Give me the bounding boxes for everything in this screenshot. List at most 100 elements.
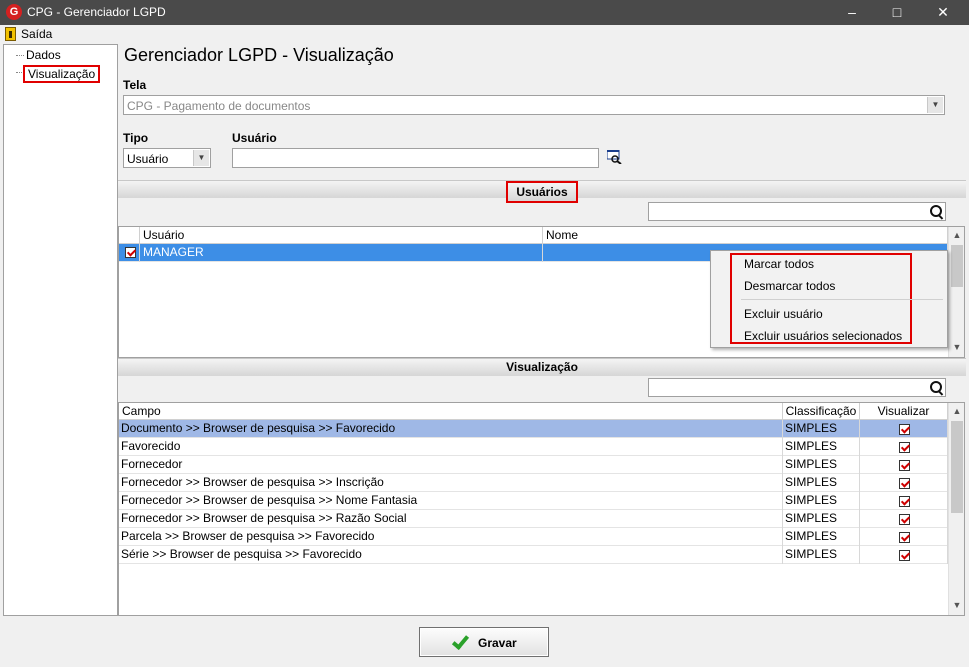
table-row[interactable]: Favorecido SIMPLES <box>119 438 948 456</box>
context-menu: Marcar todos Desmarcar todos Excluir usu… <box>710 250 948 348</box>
table-row[interactable]: Fornecedor SIMPLES <box>119 456 948 474</box>
visualizacao-search-input[interactable] <box>648 378 946 397</box>
cell-visualizar <box>860 438 948 456</box>
checkmark-icon <box>451 631 470 651</box>
window-title: CPG - Gerenciador LGPD <box>27 5 166 19</box>
visualizar-checkbox[interactable] <box>899 550 910 561</box>
cell-classificacao: SIMPLES <box>783 492 860 510</box>
tree-connector <box>16 55 24 56</box>
row-checkbox[interactable] <box>124 247 136 258</box>
cell-visualizar <box>860 510 948 528</box>
visualizar-checkbox[interactable] <box>899 424 910 435</box>
cell-classificacao: SIMPLES <box>783 456 860 474</box>
column-header-nome[interactable]: Nome <box>543 227 948 244</box>
column-header-campo[interactable]: Campo <box>119 403 783 420</box>
cell-visualizar <box>860 546 948 564</box>
cell-classificacao: SIMPLES <box>783 438 860 456</box>
search-icon[interactable] <box>930 205 944 219</box>
scroll-thumb[interactable] <box>951 245 963 287</box>
usuario-label: Usuário <box>232 131 277 145</box>
menu-item-marcar-todos[interactable]: Marcar todos <box>744 257 814 271</box>
menu-bar: Saída <box>0 25 969 44</box>
tela-select-value: CPG - Pagamento de documentos <box>127 99 311 113</box>
usuarios-grid-header: Usuário Nome <box>119 227 948 244</box>
maximize-button[interactable]: □ <box>874 0 920 25</box>
usuario-input[interactable] <box>232 148 599 168</box>
cell-classificacao: SIMPLES <box>783 510 860 528</box>
visualizar-checkbox[interactable] <box>899 514 910 525</box>
tree-item-dados[interactable]: Dados <box>26 48 61 62</box>
menu-exit[interactable]: Saída <box>21 27 52 41</box>
cell-campo: Fornecedor >> Browser de pesquisa >> Nom… <box>119 492 783 510</box>
visualizar-checkbox[interactable] <box>899 496 910 507</box>
cell-campo: Favorecido <box>119 438 783 456</box>
page-title: Gerenciador LGPD - Visualização <box>124 45 394 65</box>
menu-item-desmarcar-todos[interactable]: Desmarcar todos <box>744 279 835 293</box>
scroll-thumb[interactable] <box>951 421 963 513</box>
column-header-classificacao[interactable]: Classificação <box>783 403 860 420</box>
title-bar: G CPG - Gerenciador LGPD – □ ✕ <box>0 0 969 25</box>
cell-campo: Fornecedor >> Browser de pesquisa >> Raz… <box>119 510 783 528</box>
table-row[interactable]: Documento >> Browser de pesquisa >> Favo… <box>119 420 948 438</box>
menu-item-excluir-usuario[interactable]: Excluir usuário <box>744 307 823 321</box>
visualizacao-grid: Campo Classificação Visualizar Documento… <box>118 402 965 616</box>
chevron-down-icon[interactable]: ▼ <box>927 97 943 113</box>
table-row[interactable]: Fornecedor >> Browser de pesquisa >> Nom… <box>119 492 948 510</box>
user-search-icon[interactable] <box>606 149 623 165</box>
visualizacao-scrollbar[interactable]: ▲ ▼ <box>948 403 964 615</box>
cell-campo: Série >> Browser de pesquisa >> Favoreci… <box>119 546 783 564</box>
table-row[interactable]: Fornecedor >> Browser de pesquisa >> Ins… <box>119 474 948 492</box>
visualizar-checkbox[interactable] <box>899 460 910 471</box>
scroll-up-icon[interactable]: ▲ <box>949 227 964 244</box>
cell-classificacao: SIMPLES <box>783 474 860 492</box>
column-header-visualizar[interactable]: Visualizar <box>860 403 948 420</box>
tipo-label: Tipo <box>123 131 149 145</box>
tela-label: Tela <box>123 78 147 92</box>
header-checkbox-cell <box>119 227 140 244</box>
table-row[interactable]: Fornecedor >> Browser de pesquisa >> Raz… <box>119 510 948 528</box>
cell-classificacao: SIMPLES <box>783 546 860 564</box>
column-header-usuario[interactable]: Usuário <box>140 227 543 244</box>
navigation-tree: Dados Visualização <box>3 44 118 616</box>
save-button-label: Gravar <box>478 636 517 650</box>
cell-classificacao: SIMPLES <box>783 528 860 546</box>
cell-campo: Fornecedor <box>119 456 783 474</box>
cell-visualizar <box>860 492 948 510</box>
close-button[interactable]: ✕ <box>920 0 966 25</box>
visualizar-checkbox[interactable] <box>899 532 910 543</box>
visualizacao-grid-header: Campo Classificação Visualizar <box>119 403 948 420</box>
scroll-up-icon[interactable]: ▲ <box>949 403 964 420</box>
visualizacao-section-header: Visualização <box>118 358 966 376</box>
cell-visualizar <box>860 420 948 438</box>
cell-visualizar <box>860 456 948 474</box>
visualizar-checkbox[interactable] <box>899 478 910 489</box>
usuarios-section-title: Usuários <box>506 181 578 203</box>
cell-visualizar <box>860 528 948 546</box>
menu-item-excluir-usuarios-selecionados[interactable]: Excluir usuários selecionados <box>744 329 902 343</box>
table-row[interactable]: Parcela >> Browser de pesquisa >> Favore… <box>119 528 948 546</box>
cell-visualizar <box>860 474 948 492</box>
search-icon[interactable] <box>930 381 944 395</box>
menu-separator <box>741 299 943 300</box>
tipo-select[interactable]: Usuário ▼ <box>123 148 211 168</box>
tree-item-visualizacao[interactable]: Visualização <box>23 65 101 83</box>
usuarios-search-input[interactable] <box>648 202 946 221</box>
tipo-select-value: Usuário <box>127 152 169 166</box>
app-logo-icon: G <box>6 4 22 20</box>
usuarios-section-header: Usuários <box>118 180 966 203</box>
table-row[interactable]: Série >> Browser de pesquisa >> Favoreci… <box>119 546 948 564</box>
visualizar-checkbox[interactable] <box>899 442 910 453</box>
row-checkbox-cell <box>119 244 140 262</box>
minimize-button[interactable]: – <box>829 0 875 25</box>
exit-door-icon[interactable] <box>5 27 16 41</box>
cell-campo: Parcela >> Browser de pesquisa >> Favore… <box>119 528 783 546</box>
save-button[interactable]: Gravar <box>419 627 549 657</box>
cell-campo: Fornecedor >> Browser de pesquisa >> Ins… <box>119 474 783 492</box>
chevron-down-icon[interactable]: ▼ <box>193 150 209 166</box>
tela-select[interactable]: CPG - Pagamento de documentos ▼ <box>123 95 945 115</box>
scroll-down-icon[interactable]: ▼ <box>949 339 964 356</box>
scroll-down-icon[interactable]: ▼ <box>949 597 964 614</box>
usuarios-scrollbar[interactable]: ▲ ▼ <box>948 227 964 357</box>
cell-campo: Documento >> Browser de pesquisa >> Favo… <box>119 420 783 438</box>
cell-usuario: MANAGER <box>140 244 543 262</box>
